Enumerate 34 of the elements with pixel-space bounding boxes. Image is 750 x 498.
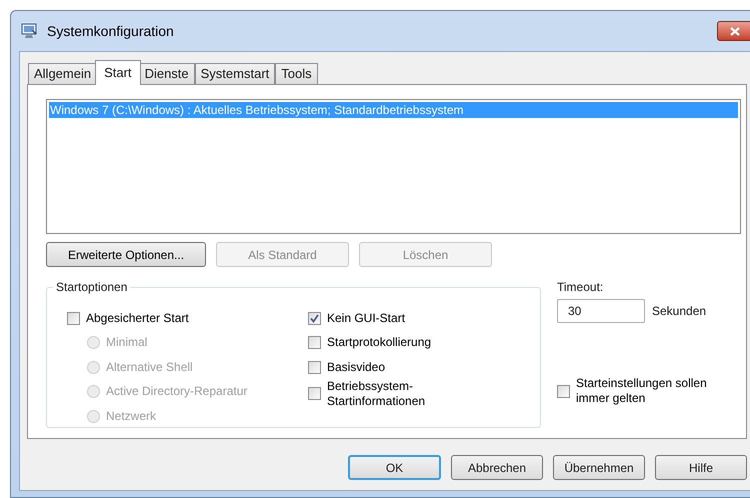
option-label: Alternative Shell bbox=[106, 360, 193, 375]
checkbox[interactable] bbox=[557, 384, 570, 398]
option-label: Basisvideo bbox=[327, 360, 386, 375]
button[interactable]: Hilfe bbox=[655, 455, 747, 480]
timeout-unit: Sekunden bbox=[652, 303, 706, 320]
button[interactable]: Übernehmen bbox=[553, 455, 645, 480]
option-label: Active Directory-Reparatur bbox=[106, 384, 248, 400]
option-label: Starteinstellungen sollen immer gelten bbox=[576, 376, 707, 406]
option-label: Abgesicherter Start bbox=[86, 310, 189, 326]
option-label: Minimal bbox=[106, 335, 148, 350]
close-button[interactable] bbox=[717, 21, 750, 41]
timeout-label: Timeout: bbox=[557, 279, 604, 295]
checkbox[interactable] bbox=[308, 360, 321, 374]
tab[interactable]: Allgemein bbox=[28, 63, 98, 84]
checkbox[interactable] bbox=[308, 312, 321, 325]
option-label: Netzwerk bbox=[106, 408, 156, 424]
option-label: Startprotokollierung bbox=[327, 335, 432, 350]
option-label: Kein GUI-Start bbox=[327, 310, 406, 326]
checkbox[interactable] bbox=[308, 336, 321, 350]
app-icon bbox=[21, 23, 39, 39]
checkbox[interactable] bbox=[308, 387, 321, 400]
tab[interactable]: Start bbox=[95, 60, 141, 85]
window-title: Systemkonfiguration bbox=[47, 22, 174, 41]
tab[interactable]: Systemstart bbox=[194, 63, 276, 84]
tab[interactable]: Tools bbox=[275, 63, 318, 84]
tab[interactable]: Dienste bbox=[138, 63, 195, 84]
option-label: Betriebssystem- Startinformationen bbox=[327, 378, 426, 409]
close-icon bbox=[730, 26, 740, 36]
checkbox[interactable] bbox=[67, 312, 80, 325]
group-title: Startoptionen bbox=[53, 279, 130, 295]
button[interactable]: Erweiterte Optionen... bbox=[46, 242, 206, 267]
button[interactable]: OK bbox=[348, 455, 441, 480]
button[interactable]: Abbrechen bbox=[451, 455, 543, 480]
timeout-field[interactable]: 30 bbox=[557, 299, 645, 323]
